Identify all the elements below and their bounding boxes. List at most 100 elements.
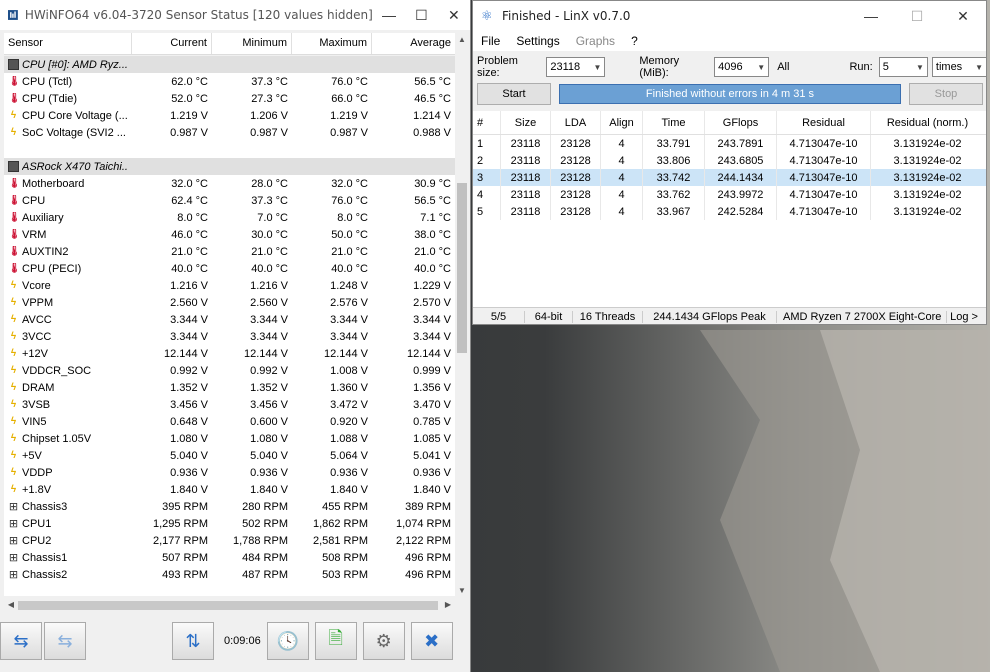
network-icon[interactable]: ⇅	[172, 622, 214, 660]
sensor-row[interactable]: ⊞ Chassis1 507 RPM 484 RPM 508 RPM 496 RPM	[4, 549, 455, 566]
sensor-row[interactable]: ⊞ Chassis2 493 RPM 487 RPM 503 RPM 496 RPM	[4, 566, 455, 583]
sensor-row[interactable]: ϟ +1.8V 1.840 V 1.840 V 1.840 V 1.840 V	[4, 481, 455, 498]
linx-minimize-button[interactable]: —	[848, 1, 894, 31]
result-row[interactable]: 2 23118 23128 4 33.806 243.6805 4.713047e-10 3.…	[473, 152, 986, 169]
sensor-row[interactable]: ϟ +12V 12.144 V 12.144 V 12.144 V 12.144 V	[4, 345, 455, 362]
minimize-button[interactable]: —	[373, 0, 405, 30]
column-header-minimum[interactable]: Minimum	[212, 33, 292, 54]
sensor-name: CPU (Tctl)	[22, 75, 73, 88]
scroll-right-icon[interactable]: ▶	[441, 600, 455, 609]
sensor-row[interactable]: ϟ VPPM 2.560 V 2.560 V 2.576 V 2.570 V	[4, 294, 455, 311]
settings-gear-icon[interactable]: ⚙	[362, 622, 405, 660]
sensor-group-header[interactable]: CPU [#0]: AMD Ryz...	[4, 56, 455, 73]
sensor-name: Vcore	[22, 279, 51, 292]
problem-size-combo[interactable]: 23118 ▼	[546, 57, 606, 77]
result-gflops: 244.1434	[705, 169, 777, 186]
sensor-row[interactable]: ⊞ Chassis3 395 RPM 280 RPM 455 RPM 389 RPM	[4, 498, 455, 515]
run-count-combo[interactable]: 5 ▼	[878, 57, 928, 77]
scroll-left-icon[interactable]: ◀	[4, 600, 18, 609]
sensor-row[interactable]: ϟ SoC Voltage (SVI2 ... 0.987 V 0.987 V 0.98…	[4, 124, 455, 141]
menu-help[interactable]: ?	[631, 34, 638, 48]
sensor-row[interactable]: ϟ DRAM 1.352 V 1.352 V 1.360 V 1.356 V	[4, 379, 455, 396]
memory-combo[interactable]: 4096 ▼	[714, 57, 770, 77]
sensor-row[interactable]: 🌡 CPU 62.4 °C 37.3 °C 76.0 °C 56.5 °C	[4, 192, 455, 209]
sensor-group-header[interactable]: ASRock X470 Taichi...	[4, 158, 455, 175]
sensor-row[interactable]: 🌡 AUXTIN2 21.0 °C 21.0 °C 21.0 °C 21.0 °C	[4, 243, 455, 260]
column-header-index[interactable]: #	[473, 111, 501, 134]
sensor-row[interactable]: 🌡 CPU (Tdie) 52.0 °C 27.3 °C 66.0 °C 46.5 °C	[4, 90, 455, 107]
start-button[interactable]: Start	[477, 83, 551, 105]
linx-titlebar[interactable]: ⚛ Finished - LinX v0.7.0 — ☐ ✕	[473, 1, 986, 31]
sensor-name: Chipset 1.05V	[22, 432, 92, 445]
hscrollbar-thumb[interactable]	[18, 601, 438, 610]
log-button[interactable]: Log >	[947, 311, 981, 323]
sensor-current: 395 RPM	[162, 500, 208, 513]
sensor-row[interactable]: ϟ Vcore 1.216 V 1.216 V 1.248 V 1.229 V	[4, 277, 455, 294]
sensor-average: 2.570 V	[413, 296, 451, 309]
menu-graphs[interactable]: Graphs	[576, 34, 615, 48]
sensor-maximum: 3.344 V	[330, 313, 368, 326]
nav-arrows-disabled-icon[interactable]: ⇆	[44, 622, 86, 660]
all-label[interactable]: All	[777, 61, 789, 73]
column-header-average[interactable]: Average	[372, 33, 455, 54]
sensor-row[interactable]: ϟ VDDCR_SOC 0.992 V 0.992 V 1.008 V 0.999 V	[4, 362, 455, 379]
sensor-row[interactable]: ϟ 3VCC 3.344 V 3.344 V 3.344 V 3.344 V	[4, 328, 455, 345]
column-header-size[interactable]: Size	[501, 111, 551, 134]
column-header-current[interactable]: Current	[132, 33, 212, 54]
sensor-row[interactable]: ϟ AVCC 3.344 V 3.344 V 3.344 V 3.344 V	[4, 311, 455, 328]
horizontal-scrollbar[interactable]: ◀ ▶	[4, 597, 455, 614]
sensor-average: 56.5 °C	[414, 194, 451, 207]
vertical-scrollbar[interactable]: ▲ ▼	[455, 33, 469, 597]
sensor-row[interactable]: 🌡 Auxiliary 8.0 °C 7.0 °C 8.0 °C 7.1 °C	[4, 209, 455, 226]
sensor-row[interactable]: 🌡 CPU (Tctl) 62.0 °C 37.3 °C 76.0 °C 56.5 °C	[4, 73, 455, 90]
stop-button[interactable]: Stop	[909, 83, 983, 105]
linx-close-button[interactable]: ✕	[940, 1, 986, 31]
result-row[interactable]: 4 23118 23128 4 33.762 243.9972 4.713047e-10 3.…	[473, 186, 986, 203]
sensor-row[interactable]: ϟ CPU Core Voltage (... 1.219 V 1.206 V 1.21…	[4, 107, 455, 124]
sensor-row[interactable]: ϟ VDDP 0.936 V 0.936 V 0.936 V 0.936 V	[4, 464, 455, 481]
column-header-time[interactable]: Time	[643, 111, 705, 134]
column-header-residual-norm[interactable]: Residual (norm.)	[871, 111, 984, 134]
column-header-maximum[interactable]: Maximum	[292, 33, 372, 54]
sensor-minimum: 1.080 V	[250, 432, 288, 445]
report-icon[interactable]: 🗎	[314, 622, 357, 660]
run-unit-combo[interactable]: times ▼	[931, 57, 987, 77]
column-header-residual[interactable]: Residual	[777, 111, 871, 134]
nav-arrows-icon[interactable]: ⇆	[0, 622, 42, 660]
close-button[interactable]: ✕	[438, 0, 470, 30]
sensor-row[interactable]: 🌡 Motherboard 32.0 °C 28.0 °C 32.0 °C 30.9 °C	[4, 175, 455, 192]
sensor-row[interactable]: 🌡 VRM 46.0 °C 30.0 °C 50.0 °C 38.0 °C	[4, 226, 455, 243]
hwinfo-titlebar[interactable]: HWiNFO64 v6.04-3720 Sensor Status [120 v…	[0, 0, 470, 30]
sensor-row[interactable]: ϟ 3VSB 3.456 V 3.456 V 3.472 V 3.470 V	[4, 396, 455, 413]
scroll-up-icon[interactable]: ▲	[455, 35, 469, 44]
column-header-lda[interactable]: LDA	[551, 111, 601, 134]
sensor-name: Chassis1	[22, 551, 68, 564]
column-header-align[interactable]: Align	[601, 111, 643, 134]
scrollbar-thumb[interactable]	[457, 183, 467, 353]
sensor-row[interactable]: ϟ VIN5 0.648 V 0.600 V 0.920 V 0.785 V	[4, 413, 455, 430]
result-index: 3	[473, 169, 501, 186]
sensor-row[interactable]: ⊞ CPU1 1,295 RPM 502 RPM 1,862 RPM 1,074 RPM	[4, 515, 455, 532]
sensor-row[interactable]: ϟ Chipset 1.05V 1.080 V 1.080 V 1.088 V 1.085…	[4, 430, 455, 447]
sensor-row[interactable]: 🌡 CPU (PECI) 40.0 °C 40.0 °C 40.0 °C 40.0 °C	[4, 260, 455, 277]
sensor-row[interactable]: ϟ +5V 5.040 V 5.040 V 5.064 V 5.041 V	[4, 447, 455, 464]
sensor-minimum: 40.0 °C	[251, 262, 288, 275]
run-unit-value: times	[935, 61, 963, 73]
linx-maximize-button[interactable]: ☐	[894, 1, 940, 31]
sensor-minimum: 0.992 V	[250, 364, 288, 377]
result-row[interactable]: 3 23118 23128 4 33.742 244.1434 4.713047e-10 3.…	[473, 169, 986, 186]
sensor-average: 2,122 RPM	[395, 534, 451, 547]
column-header-sensor[interactable]: Sensor	[4, 33, 132, 54]
sensor-maximum: 66.0 °C	[331, 92, 368, 105]
result-row[interactable]: 5 23118 23128 4 33.967 242.5284 4.713047e-10 3.…	[473, 203, 986, 220]
maximize-button[interactable]: ☐	[405, 0, 437, 30]
menu-file[interactable]: File	[481, 34, 500, 48]
column-header-gflops[interactable]: GFlops	[705, 111, 777, 134]
sensor-row[interactable]: ⊞ CPU2 2,177 RPM 1,788 RPM 2,581 RPM 2,122 RP…	[4, 532, 455, 549]
clock-icon[interactable]: 🕓	[266, 622, 309, 660]
scroll-down-icon[interactable]: ▼	[455, 586, 469, 595]
close-x-icon[interactable]: ✖	[410, 622, 453, 660]
menu-settings[interactable]: Settings	[516, 34, 559, 48]
result-row[interactable]: 1 23118 23128 4 33.791 243.7891 4.713047e-10 3.…	[473, 135, 986, 152]
status-cpu-name: AMD Ryzen 7 2700X Eight-Core	[777, 310, 947, 323]
